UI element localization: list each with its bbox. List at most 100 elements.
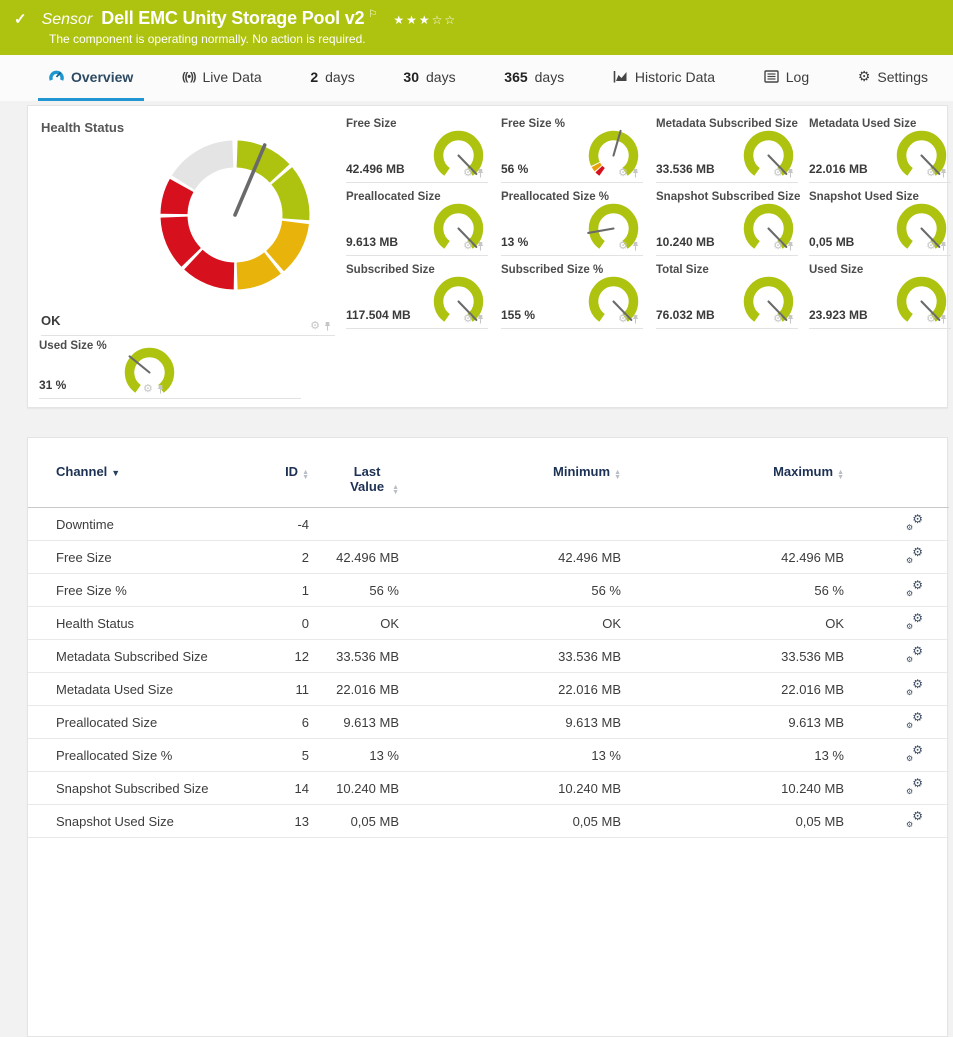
channel-settings-icon[interactable]: ⚙⚙: [906, 581, 923, 596]
header-label: ID: [285, 464, 298, 479]
channel-settings-icon[interactable]: ⚙⚙: [906, 812, 923, 827]
priority-stars[interactable]: ★★★☆☆: [393, 13, 457, 27]
gauge-card-preallocated-pct: Preallocated Size % 13 % ⚙: [501, 189, 643, 256]
pin-icon[interactable]: [939, 241, 948, 252]
cell-last-value: 9.613 MB: [309, 706, 399, 739]
cell-maximum: 13 %: [621, 739, 844, 772]
pin-icon[interactable]: [476, 241, 485, 252]
channel-table: Channel▼ ID▲▼ Last Value▲▼ Minimum▲▼ Max…: [28, 458, 949, 838]
tab-live-data[interactable]: ((•)) Live Data: [171, 55, 273, 101]
gear-icon[interactable]: ⚙: [463, 168, 473, 179]
gear-icon[interactable]: ⚙: [773, 314, 783, 325]
sensor-status-banner: ✓ Sensor Dell EMC Unity Storage Pool v2 …: [0, 0, 953, 55]
gear-icon[interactable]: ⚙: [773, 168, 783, 179]
channel-settings-icon[interactable]: ⚙⚙: [906, 713, 923, 728]
tab-label: Live Data: [202, 69, 261, 85]
log-list-icon: [764, 70, 779, 83]
gear-icon[interactable]: ⚙: [618, 168, 628, 179]
tab-settings[interactable]: ⚙ Settings: [847, 55, 939, 101]
cell-channel: Preallocated Size %: [28, 739, 281, 772]
channel-settings-icon[interactable]: ⚙⚙: [906, 548, 923, 563]
channel-settings-icon[interactable]: ⚙⚙: [906, 515, 923, 530]
overview-gauges-panel: Health Status OK ⚙ Free Size 42.496 MB ⚙…: [27, 105, 948, 408]
tab-2-days[interactable]: 2 days: [299, 55, 365, 101]
cell-last-value: [309, 508, 399, 541]
gauge-card-total-size: Total Size 76.032 MB ⚙: [656, 262, 798, 329]
tab-overview[interactable]: Overview: [38, 55, 144, 101]
pin-icon[interactable]: [323, 321, 332, 332]
gauge-card-metadata-used: Metadata Used Size 22.016 MB ⚙: [809, 116, 951, 183]
cell-minimum: OK: [399, 607, 621, 640]
cell-id: 12: [281, 640, 309, 673]
pin-icon[interactable]: [631, 168, 640, 179]
gauge-card-free-size: Free Size 42.496 MB ⚙: [346, 116, 488, 183]
tab-label: days: [325, 69, 355, 85]
header-channel[interactable]: Channel▼: [28, 458, 281, 508]
pin-icon[interactable]: [476, 314, 485, 325]
gear-icon[interactable]: ⚙: [773, 241, 783, 252]
cell-channel: Preallocated Size: [28, 706, 281, 739]
tab-log[interactable]: Log: [753, 55, 820, 101]
cell-minimum: [399, 508, 621, 541]
cell-last-value: 56 %: [309, 574, 399, 607]
header-last-value[interactable]: Last Value▲▼: [309, 458, 399, 508]
cell-channel: Snapshot Used Size: [28, 805, 281, 838]
cell-channel: Snapshot Subscribed Size: [28, 772, 281, 805]
table-row: Free Size 2 42.496 MB 42.496 MB 42.496 M…: [28, 541, 949, 574]
channel-settings-icon[interactable]: ⚙⚙: [906, 680, 923, 695]
cell-maximum: 33.536 MB: [621, 640, 844, 673]
channel-settings-icon[interactable]: ⚙⚙: [906, 746, 923, 761]
gauge-card-free-size-pct: Free Size % 56 % ⚙: [501, 116, 643, 183]
table-row: Preallocated Size 6 9.613 MB 9.613 MB 9.…: [28, 706, 949, 739]
cell-maximum: 42.496 MB: [621, 541, 844, 574]
pin-icon[interactable]: [631, 241, 640, 252]
gear-icon[interactable]: ⚙: [926, 241, 936, 252]
cell-channel: Metadata Subscribed Size: [28, 640, 281, 673]
gear-icon[interactable]: ⚙: [310, 321, 320, 332]
cell-id: 14: [281, 772, 309, 805]
pin-icon[interactable]: [156, 384, 165, 395]
gear-icon[interactable]: ⚙: [463, 241, 473, 252]
pin-icon[interactable]: [631, 314, 640, 325]
header-minimum[interactable]: Minimum▲▼: [399, 458, 621, 508]
sort-desc-icon: ▼: [111, 468, 120, 478]
gear-icon[interactable]: ⚙: [618, 241, 628, 252]
tab-label: Settings: [877, 69, 928, 85]
gauge-card-snapshot-used: Snapshot Used Size 0,05 MB ⚙: [809, 189, 951, 256]
gear-icon[interactable]: ⚙: [926, 168, 936, 179]
sensor-tabbar: Overview ((•)) Live Data 2 days 30 days …: [0, 55, 953, 101]
pin-icon[interactable]: [939, 314, 948, 325]
gauge-value: 76.032 MB: [656, 308, 715, 322]
gauge-icon: [49, 69, 64, 84]
gauge-value: 42.496 MB: [346, 162, 405, 176]
gauge-value: 56 %: [501, 162, 528, 176]
cell-id: 0: [281, 607, 309, 640]
tab-historic-data[interactable]: Historic Data: [602, 55, 726, 101]
gauge-value: 117.504 MB: [346, 308, 411, 322]
pin-icon[interactable]: [786, 241, 795, 252]
priority-flag-icon[interactable]: ⚐: [368, 9, 377, 20]
pin-icon[interactable]: [786, 314, 795, 325]
gauge-card-metadata-subscribed: Metadata Subscribed Size 33.536 MB ⚙: [656, 116, 798, 183]
gear-icon[interactable]: ⚙: [926, 314, 936, 325]
tab-30-days[interactable]: 30 days: [392, 55, 466, 101]
tab-number: 365: [504, 69, 527, 85]
header-maximum[interactable]: Maximum▲▼: [621, 458, 844, 508]
cell-maximum: 9.613 MB: [621, 706, 844, 739]
pin-icon[interactable]: [939, 168, 948, 179]
channel-settings-icon[interactable]: ⚙⚙: [906, 779, 923, 794]
pin-icon[interactable]: [476, 168, 485, 179]
gear-icon[interactable]: ⚙: [618, 314, 628, 325]
gear-icon[interactable]: ⚙: [143, 384, 153, 395]
sort-icon: ▲▼: [392, 486, 399, 495]
gear-icon[interactable]: ⚙: [463, 314, 473, 325]
gauge-value: 22.016 MB: [809, 162, 868, 176]
status-message: The component is operating normally. No …: [49, 32, 366, 46]
gauge-value: 13 %: [501, 235, 528, 249]
header-id[interactable]: ID▲▼: [281, 458, 309, 508]
tab-365-days[interactable]: 365 days: [493, 55, 575, 101]
cell-last-value: 0,05 MB: [309, 805, 399, 838]
channel-settings-icon[interactable]: ⚙⚙: [906, 614, 923, 629]
pin-icon[interactable]: [786, 168, 795, 179]
channel-settings-icon[interactable]: ⚙⚙: [906, 647, 923, 662]
